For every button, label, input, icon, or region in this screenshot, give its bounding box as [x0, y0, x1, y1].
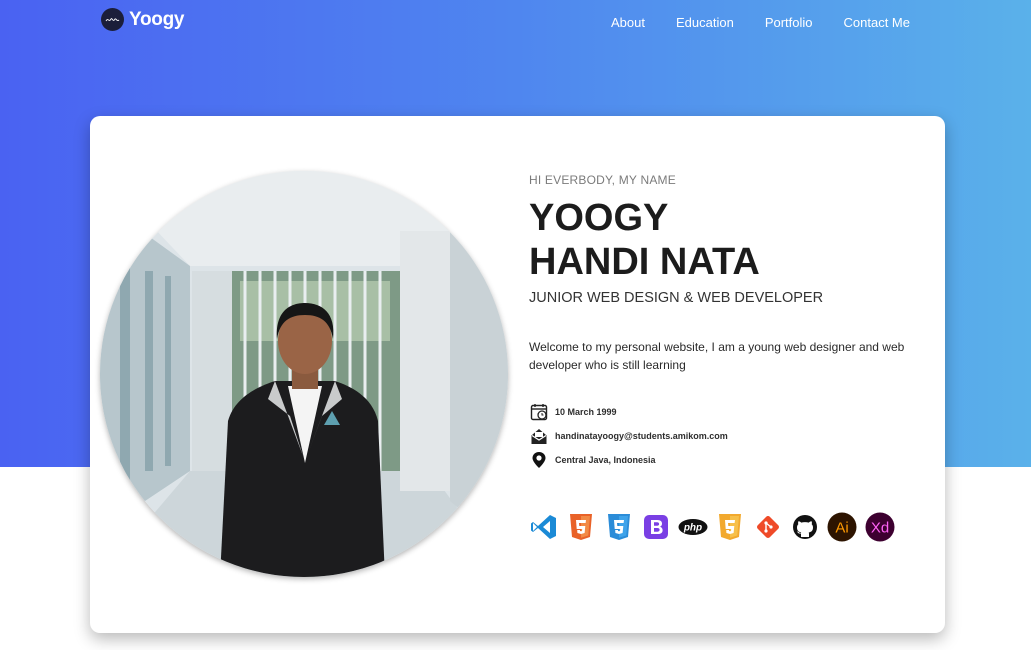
- nav-link-education[interactable]: Education: [676, 15, 734, 30]
- svg-text:php: php: [683, 523, 702, 534]
- javascript-icon[interactable]: [715, 512, 745, 542]
- brand[interactable]: Yoogy: [101, 8, 184, 31]
- vscode-icon[interactable]: [529, 512, 559, 542]
- profile-photo: [100, 171, 508, 577]
- brand-logo-icon: [101, 8, 124, 31]
- nav-link-portfolio[interactable]: Portfolio: [765, 15, 813, 30]
- detail-email: handinatayoogy@students.amikom.com: [529, 424, 728, 448]
- detail-location: Central Java, Indonesia: [529, 448, 728, 472]
- detail-birthdate: 10 March 1999: [529, 400, 728, 424]
- profile-name: YOOGY HANDI NATA: [529, 196, 760, 284]
- name-line-2: HANDI NATA: [529, 241, 760, 283]
- location-text: Central Java, Indonesia: [555, 455, 656, 465]
- location-pin-icon: [529, 450, 549, 470]
- html5-icon[interactable]: [566, 512, 596, 542]
- name-line-1: YOOGY: [529, 197, 669, 239]
- birthdate-text: 10 March 1999: [555, 407, 617, 417]
- nav-link-contact[interactable]: Contact Me: [844, 15, 910, 30]
- greeting-text: HI EVERBODY, MY NAME: [529, 173, 676, 187]
- nav-link-about[interactable]: About: [611, 15, 645, 30]
- git-icon[interactable]: [753, 512, 783, 542]
- nav-links: About Education Portfolio Contact Me: [580, 15, 910, 30]
- skills-icons: php Ai Xd: [529, 512, 902, 542]
- profile-details: 10 March 1999 handinatayoogy@students.am…: [529, 400, 728, 472]
- php-icon[interactable]: php: [678, 512, 708, 542]
- xd-icon[interactable]: Xd: [865, 512, 895, 542]
- illustrator-icon[interactable]: Ai: [827, 512, 857, 542]
- email-text: handinatayoogy@students.amikom.com: [555, 431, 728, 441]
- welcome-text: Welcome to my personal website, I am a y…: [529, 340, 905, 372]
- bootstrap-icon[interactable]: [641, 512, 671, 542]
- profile-card: HI EVERBODY, MY NAME YOOGY HANDI NATA JU…: [90, 116, 945, 633]
- svg-text:Xd: Xd: [870, 520, 888, 537]
- svg-text:Ai: Ai: [836, 520, 849, 537]
- css3-icon[interactable]: [604, 512, 634, 542]
- brand-name: Yoogy: [129, 8, 185, 30]
- mail-icon: [529, 426, 549, 446]
- profile-role: JUNIOR WEB DESIGN & WEB DEVELOPER: [529, 290, 824, 306]
- calendar-icon: [529, 402, 549, 422]
- navbar: Yoogy About Education Portfolio Contact …: [0, 0, 1031, 46]
- github-icon[interactable]: [790, 512, 820, 542]
